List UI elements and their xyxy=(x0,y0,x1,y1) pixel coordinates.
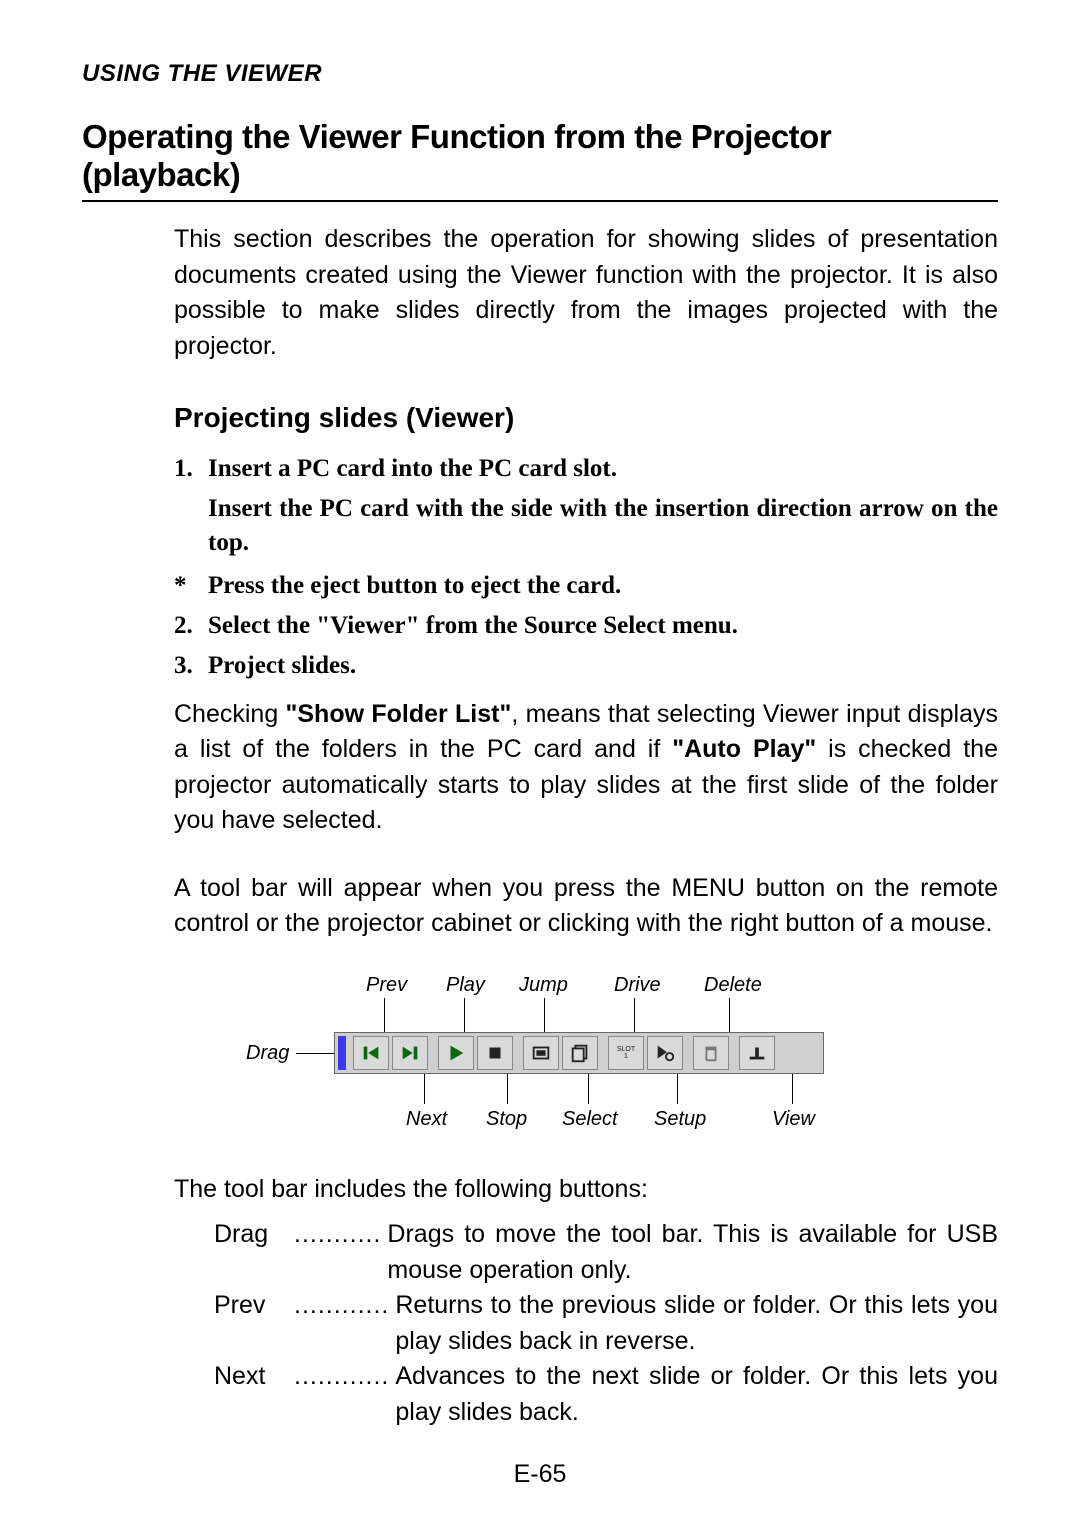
jump-icon xyxy=(530,1042,552,1064)
step-text: Project slides. xyxy=(208,649,998,683)
play-icon xyxy=(445,1042,467,1064)
next-icon xyxy=(399,1042,421,1064)
leader-line xyxy=(464,998,465,1032)
step-list: 1. Insert a PC card into the PC card slo… xyxy=(174,452,998,683)
bold-run: "Show Folder List" xyxy=(286,700,512,728)
title-rule xyxy=(82,200,998,202)
def-next: Next ............ Advances to the next s… xyxy=(214,1359,998,1430)
def-term: Drag xyxy=(214,1217,294,1288)
label-next: Next xyxy=(406,1108,447,1131)
step-text: Press the eject button to eject the card… xyxy=(208,569,998,603)
step-bullet: * xyxy=(174,569,208,603)
def-term: Next xyxy=(214,1359,294,1430)
text-run: Checking xyxy=(174,700,286,728)
toolbar-figure: Prev Play Jump Drive Delete Drag xyxy=(214,974,914,1144)
stop-icon xyxy=(484,1042,506,1064)
step-3: 3. Project slides. xyxy=(174,649,998,683)
step-number: 3. xyxy=(174,649,208,683)
label-view: View xyxy=(772,1108,815,1131)
subheading: Projecting slides (Viewer) xyxy=(174,402,998,434)
leader-line xyxy=(588,1074,589,1104)
def-desc: Drags to move the tool bar. This is avai… xyxy=(387,1217,998,1288)
page-number: E-65 xyxy=(0,1460,1080,1489)
select-icon xyxy=(569,1042,591,1064)
def-dots: ............ xyxy=(294,1359,389,1430)
intro-paragraph: This section describes the operation for… xyxy=(174,222,998,364)
page: USING THE VIEWER Operating the Viewer Fu… xyxy=(0,0,1080,1529)
step-text: Select the "Viewer" from the Source Sele… xyxy=(208,609,998,643)
def-dots: ............ xyxy=(294,1288,389,1359)
def-prev: Prev ............ Returns to the previou… xyxy=(214,1288,998,1359)
label-drag: Drag xyxy=(246,1042,289,1065)
leader-line xyxy=(424,1074,425,1104)
label-jump: Jump xyxy=(519,974,568,997)
delete-button[interactable] xyxy=(693,1036,729,1070)
leader-line xyxy=(729,998,730,1032)
leader-line xyxy=(677,1074,678,1104)
leader-line xyxy=(792,1074,793,1104)
step-1-sub: Insert the PC card with the side with th… xyxy=(208,492,998,560)
drive-button[interactable]: SLOT 1 xyxy=(608,1036,644,1070)
setup-button[interactable] xyxy=(647,1036,683,1070)
trash-icon xyxy=(700,1042,722,1064)
label-play: Play xyxy=(446,974,485,997)
play-button[interactable] xyxy=(438,1036,474,1070)
step-number: 2. xyxy=(174,609,208,643)
leader-line xyxy=(296,1053,336,1054)
def-term: Prev xyxy=(214,1288,294,1359)
view-button[interactable] xyxy=(739,1036,775,1070)
step-star: * Press the eject button to eject the ca… xyxy=(174,569,998,603)
def-desc: Returns to the previous slide or folder.… xyxy=(395,1288,998,1359)
prev-icon xyxy=(360,1042,382,1064)
content-area: This section describes the operation for… xyxy=(174,222,998,1430)
setup-icon xyxy=(654,1042,676,1064)
def-dots: ........... xyxy=(294,1217,381,1288)
leader-line xyxy=(507,1074,508,1104)
view-icon xyxy=(746,1042,768,1064)
toolbar: SLOT 1 xyxy=(334,1032,824,1074)
label-setup: Setup xyxy=(654,1108,706,1131)
label-select: Select xyxy=(562,1108,618,1131)
jump-button[interactable] xyxy=(523,1036,559,1070)
label-prev: Prev xyxy=(366,974,407,997)
step-text: Insert a PC card into the PC card slot. xyxy=(208,452,998,486)
def-drag: Drag ........... Drags to move the tool … xyxy=(214,1217,998,1288)
step-2: 2. Select the "Viewer" from the Source S… xyxy=(174,609,998,643)
label-drive: Drive xyxy=(614,974,661,997)
next-button[interactable] xyxy=(392,1036,428,1070)
select-button[interactable] xyxy=(562,1036,598,1070)
drag-handle[interactable] xyxy=(338,1036,346,1070)
page-title: Operating the Viewer Function from the P… xyxy=(82,118,998,194)
leader-line xyxy=(384,998,385,1032)
definition-list: Drag ........... Drags to move the tool … xyxy=(214,1217,998,1430)
paragraph-toolbar-intro: The tool bar includes the following butt… xyxy=(174,1172,998,1208)
label-stop: Stop xyxy=(486,1108,527,1131)
step-1: 1. Insert a PC card into the PC card slo… xyxy=(174,452,998,486)
slot-label: SLOT 1 xyxy=(617,1046,635,1060)
leader-line xyxy=(544,998,545,1032)
step-number: 1. xyxy=(174,452,208,486)
title-block: Operating the Viewer Function from the P… xyxy=(82,118,998,202)
paragraph-toolbar: A tool bar will appear when you press th… xyxy=(174,871,998,942)
paragraph-folder-list: Checking "Show Folder List", means that … xyxy=(174,697,998,839)
stop-button[interactable] xyxy=(477,1036,513,1070)
label-delete: Delete xyxy=(704,974,762,997)
section-header: USING THE VIEWER xyxy=(82,60,998,88)
bold-run: "Auto Play" xyxy=(672,735,816,763)
prev-button[interactable] xyxy=(353,1036,389,1070)
leader-line xyxy=(634,998,635,1032)
def-desc: Advances to the next slide or folder. Or… xyxy=(395,1359,998,1430)
